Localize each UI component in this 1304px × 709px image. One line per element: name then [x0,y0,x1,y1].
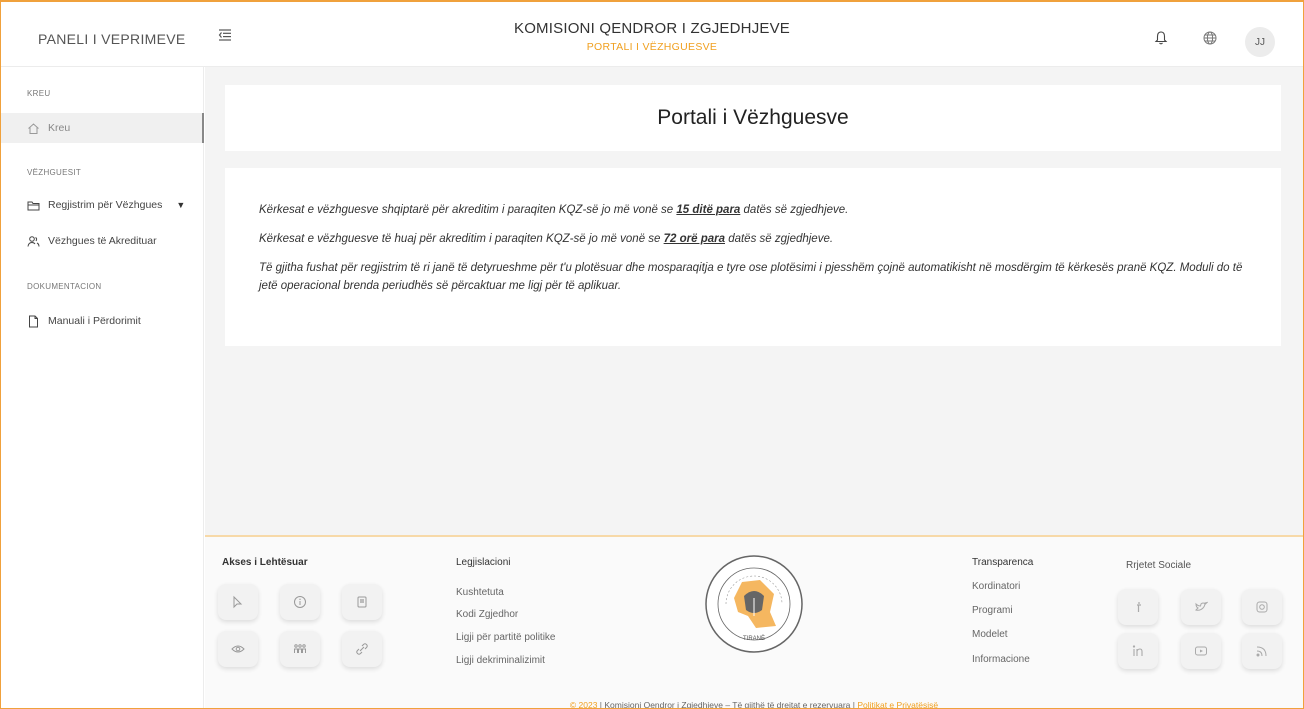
link-button[interactable] [342,631,382,667]
transparency-link[interactable]: Kordinatori [972,581,1020,592]
top-header: PANELI I VEPRIMEVE KOMISIONI QENDROR I Z… [1,2,1303,67]
folder-icon [27,201,40,210]
sidebar-section-kreu: KREU [27,89,51,98]
twitter-icon [1195,601,1208,611]
deadline-albanian: 15 ditë para [676,204,741,216]
seal-city: TIRANË [743,635,765,642]
instagram-icon [1256,601,1268,613]
transparency-link[interactable]: Modelet [972,629,1008,640]
sidebar-item-kreu[interactable]: Kreu [1,113,204,143]
info-paragraph-albanian: Kërkesat e vëzhguesve shqiptarë për akre… [259,204,849,216]
legislation-heading: Legjislacioni [456,557,511,568]
legislation-link[interactable]: Ligji për partitë politike [456,632,556,643]
header-title: KOMISIONI QENDROR I ZGJEDHJEVE [513,20,791,37]
sidebar-item-manuali[interactable]: Manuali i Përdorimit [1,306,204,336]
info-button[interactable] [280,584,320,620]
kqz-seal-logo: TIRANË [705,555,803,653]
cursor-button[interactable] [218,584,258,620]
people-icon [294,644,306,653]
sidebar-item-regjistrim[interactable]: Regjistrim për Vëzhgues ▼ [1,190,204,220]
document-icon [29,315,38,327]
legislation-link[interactable]: Kodi Zgjedhor [456,609,518,620]
app-frame: PANELI I VEPRIMEVE KOMISIONI QENDROR I Z… [0,0,1304,709]
contrast-button[interactable] [342,584,382,620]
sidebar-section-dokumentacion: DOKUMENTACION [27,282,102,291]
header-title-block: KOMISIONI QENDROR I ZGJEDHJEVE PORTALI I… [1,20,1303,53]
accessibility-heading: Akses i Lehtësuar [222,557,308,568]
rss-button[interactable] [1242,633,1282,669]
main-content: Portali i Vëzhguesve Kërkesat e vëzhgues… [205,67,1303,709]
copyright-text: Komisioni Qendror i Zgjedhjeve – Të gjit… [604,700,851,709]
chevron-down-icon[interactable]: ▼ [176,200,185,210]
legislation-link[interactable]: Kushtetuta [456,587,504,598]
info-paragraph-foreign: Kërkesat e vëzhguesve të huaj për akredi… [259,233,834,245]
info-icon [294,596,306,608]
link-icon [356,643,368,655]
deadline-foreign: 72 orë para [663,233,725,245]
rss-icon [1256,646,1267,657]
globe-icon[interactable] [1202,30,1218,46]
cursor-icon [233,595,243,609]
copyright-year: © 2023 [569,700,598,709]
twitter-button[interactable] [1181,589,1221,625]
sidebar-item-akredituar[interactable]: Vëzhgues të Akredituar [1,226,204,256]
sidebar-item-label: Manuali i Përdorimit [48,315,141,327]
title-card: Portali i Vëzhguesve [225,85,1281,151]
youtube-button[interactable] [1181,633,1221,669]
linkedin-button[interactable] [1118,633,1158,669]
info-card: Kërkesat e vëzhguesve shqiptarë për akre… [225,168,1281,346]
linkedin-icon [1132,645,1143,656]
sidebar-item-label: Vëzhgues të Akredituar [48,235,157,247]
footer: Akses i Lehtësuar Legjislacioni Kushtetu… [205,535,1303,709]
header-subtitle: PORTALI I VËZHGUESVE [586,41,718,53]
transparency-heading: Transparenca [972,557,1034,568]
instagram-button[interactable] [1242,589,1282,625]
transparency-link[interactable]: Informacione [972,654,1030,665]
facebook-button[interactable] [1118,589,1158,625]
eye-icon [231,645,245,653]
user-avatar[interactable]: JJ [1245,27,1275,57]
page-title: Portali i Vëzhguesve [657,106,849,129]
legislation-link[interactable]: Ligji dekriminalizimit [456,655,545,666]
sidebar-item-label: Regjistrim për Vëzhgues [48,199,163,211]
sidebar-item-label: Kreu [48,122,71,134]
eye-button[interactable] [218,631,258,667]
facebook-icon [1137,602,1141,612]
sidebar-section-vezhguesit: VËZHGUESIT [27,168,82,177]
transparency-link[interactable]: Programi [972,605,1013,616]
privacy-link[interactable]: Politikat e Privatësisë [857,700,938,708]
home-icon [28,122,39,134]
users-icon [27,235,40,247]
youtube-icon [1195,646,1207,656]
social-heading: Rrjetet Sociale [1126,560,1192,571]
sidebar: KREU Kreu VËZHGUESIT Regjistrim për Vëzh… [1,67,204,708]
copyright-bar: © 2023 | Komisioni Qendror i Zgjedhjeve … [569,700,939,709]
contrast-icon [357,596,367,608]
people-button[interactable] [280,631,320,667]
bell-icon[interactable] [1153,30,1169,46]
info-paragraph-requirements: Të gjitha fushat për regjistrim të ri ja… [259,262,1243,292]
